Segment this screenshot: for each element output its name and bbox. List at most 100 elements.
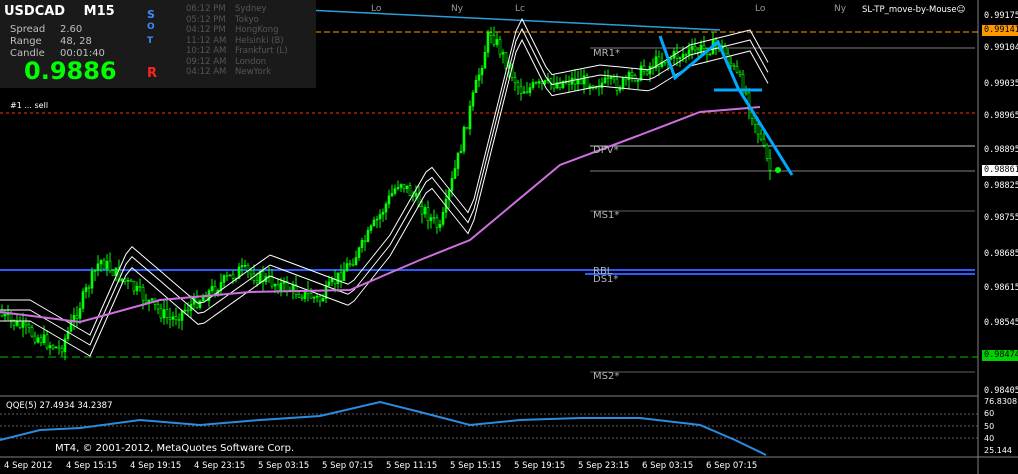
copyright-text: MT4, © 2001-2012, MetaQuotes Software Co…: [55, 443, 295, 454]
spread-label: Spread: [10, 24, 46, 35]
time-axis-label: 4 Sep 19:15: [130, 461, 182, 471]
candle-body: [129, 279, 133, 282]
candle-body: [567, 82, 571, 85]
candle-body: [639, 65, 643, 81]
candle-body: [708, 53, 712, 56]
qqe-axis-50: 50: [984, 422, 995, 431]
pivot-mr1: MR1*: [593, 48, 620, 59]
candle-body: [138, 285, 142, 288]
range-label: Range: [10, 36, 42, 47]
session-marker-ny-2: Ny: [834, 4, 847, 14]
candle-body: [198, 300, 202, 308]
candle-body: [402, 184, 406, 189]
candle-body: [387, 195, 391, 205]
candle-body: [645, 70, 649, 75]
candle-body: [462, 126, 466, 152]
session-city: Helsinki (B): [235, 35, 284, 46]
qqe-axis-60: 60: [984, 409, 995, 418]
candle-body: [96, 263, 100, 271]
chart-window[interactable]: USDCAD M15 Spread 2.60 Range 48, 28 Cand…: [0, 0, 1018, 474]
candle-body: [249, 270, 253, 275]
candle-body: [210, 285, 214, 291]
session-marker-ny: Ny: [451, 4, 464, 14]
candle-body: [690, 46, 694, 51]
price-box-green-line: 0.98474: [982, 350, 1018, 361]
candle-body: [354, 257, 358, 266]
time-axis-label: 4 Sep 15:15: [66, 461, 118, 471]
candle-body: [243, 264, 247, 267]
candle-body: [612, 76, 616, 80]
session-time: 04:12 AM: [186, 67, 227, 77]
candle-body: [102, 260, 106, 270]
candle-body: [702, 44, 706, 49]
candle-body: [351, 264, 355, 266]
candle-body: [33, 335, 37, 343]
candle-body: [696, 49, 700, 53]
session-time: 09:12 AM: [186, 56, 227, 67]
candle-body: [183, 309, 187, 312]
candle-body: [132, 281, 136, 292]
price-box-bid: 0.98861: [982, 165, 1018, 176]
candle-body: [393, 188, 397, 194]
price-axis-label: 0.99104: [984, 43, 1018, 53]
candle-body: [45, 334, 49, 349]
time-axis-label: 5 Sep 03:15: [258, 461, 310, 471]
candle-body: [141, 287, 145, 301]
candle-body: [663, 61, 667, 64]
session-city: London: [235, 56, 267, 67]
candle-body: [597, 86, 601, 89]
candle-body: [291, 284, 295, 291]
candle-body: [255, 280, 259, 283]
candle-body: [270, 275, 274, 287]
candle-body: [75, 314, 79, 319]
candle-body: [345, 263, 349, 272]
candle-body: [435, 217, 439, 228]
symbol-name: USDCAD: [4, 4, 66, 19]
sltp-indicator-label[interactable]: SL-TP_move-by-Mouse☺: [862, 5, 965, 15]
candle-body: [582, 75, 586, 85]
candle-body: [312, 296, 316, 299]
candle-body: [258, 271, 262, 283]
candle-body: [438, 223, 442, 228]
candle-body: [186, 309, 190, 312]
session-marker-lo: Lo: [371, 4, 382, 14]
candle-body: [519, 86, 523, 94]
candle-body: [174, 316, 178, 321]
pivot-ds1: DS1*: [593, 274, 619, 285]
candle-body: [21, 321, 25, 328]
candle-body: [768, 158, 772, 171]
candle-body: [480, 67, 484, 76]
time-axis-label: 5 Sep 19:15: [514, 461, 566, 471]
candle-body: [51, 345, 55, 349]
candle-body: [162, 309, 166, 319]
price-axis-label: 0.98685: [984, 249, 1018, 259]
candle-body: [42, 334, 46, 344]
trade-order-label[interactable]: #1 ... sell: [10, 101, 48, 110]
candle-body: [159, 308, 163, 319]
candle-body: [222, 275, 226, 283]
time-axis-label: 5 Sep 23:15: [578, 461, 630, 471]
price-axis-label: 0.99175: [984, 11, 1018, 21]
candle-body: [516, 82, 520, 88]
candle-body: [150, 298, 154, 301]
candle-body: [486, 32, 490, 53]
candle-body: [327, 281, 331, 286]
candle-body: [687, 49, 691, 55]
candle-body: [459, 150, 463, 154]
candle-body: [684, 54, 688, 56]
range-value: 48, 28: [60, 36, 92, 47]
candle-body: [429, 217, 433, 221]
sotr-letter-r: R: [147, 66, 158, 81]
candle-body: [489, 32, 493, 36]
price-axis-label: 0.98965: [984, 111, 1018, 121]
candle-body: [213, 285, 217, 294]
candle-body: [522, 91, 526, 94]
time-axis-label: 5 Sep 11:15: [386, 461, 438, 471]
candle-body: [372, 219, 376, 227]
candle-body: [606, 77, 610, 80]
candle-body: [744, 92, 748, 95]
candle-body: [384, 203, 388, 213]
candle-body: [27, 324, 31, 328]
candle-body: [231, 274, 235, 279]
candle-body: [348, 263, 352, 265]
